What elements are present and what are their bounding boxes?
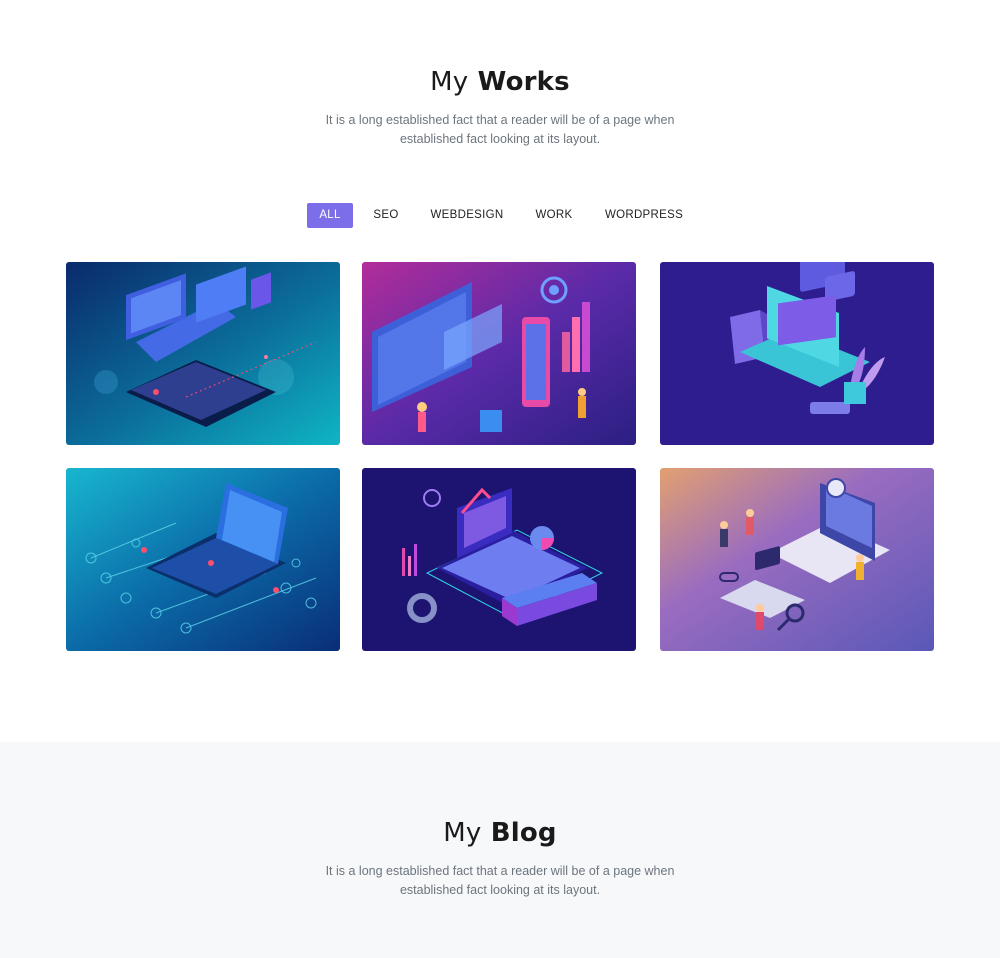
filter-work[interactable]: WORK: [531, 203, 577, 228]
portfolio-item[interactable]: [66, 262, 340, 445]
works-title-bold: Works: [477, 67, 570, 97]
web-development-team-illustration: [660, 468, 934, 651]
filter-all[interactable]: ALL: [307, 203, 353, 228]
blog-title-light: My: [443, 818, 482, 848]
filter-seo[interactable]: SEO: [369, 203, 403, 228]
blog-title-bold: Blog: [490, 818, 557, 848]
portfolio-filter-bar: ALL SEO WEBDESIGN WORK WORDPRESS: [0, 203, 1000, 228]
blog-title: My Blog: [0, 818, 1000, 848]
works-title-light: My: [430, 67, 469, 97]
circuit-laptop-illustration: [66, 468, 340, 651]
works-subtitle-line2: established fact looking at its layout.: [399, 132, 601, 146]
filter-wordpress[interactable]: WORDPRESS: [603, 203, 685, 228]
blog-subtitle-line2: established fact looking at its layout.: [399, 883, 601, 897]
team-dashboard-illustration: [362, 262, 636, 445]
portfolio-item[interactable]: [362, 468, 636, 651]
blog-section: My Blog It is a long established fact th…: [0, 742, 1000, 958]
works-subtitle: It is a long established fact that a rea…: [300, 111, 700, 149]
filter-webdesign[interactable]: WEBDESIGN: [428, 203, 506, 228]
works-title: My Works: [0, 67, 1000, 97]
portfolio-item[interactable]: [660, 262, 934, 445]
works-subtitle-line1: It is a long established fact that a rea…: [325, 113, 675, 127]
portfolio-item[interactable]: [362, 262, 636, 445]
analytics-laptop-illustration: [362, 468, 636, 651]
laptop-multi-device-illustration: [66, 262, 340, 445]
portfolio-item[interactable]: [66, 468, 340, 651]
blog-subtitle: It is a long established fact that a rea…: [300, 862, 700, 900]
online-shopping-laptop-illustration: [660, 262, 934, 445]
portfolio-item[interactable]: [660, 468, 934, 651]
blog-subtitle-line1: It is a long established fact that a rea…: [325, 864, 675, 878]
works-section: My Works It is a long established fact t…: [0, 0, 1000, 742]
